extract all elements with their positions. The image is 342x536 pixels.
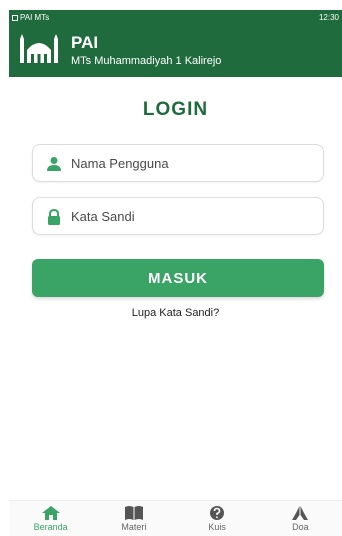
question-icon [210,506,225,520]
nav-label-materi: Materi [121,522,147,532]
status-time: 12:30 [318,13,339,22]
status-app-text: PAI MTs [20,13,50,22]
praying-hands-icon [292,506,309,520]
home-icon [41,506,60,520]
status-bar: PAI MTs 12:30 [9,10,342,26]
username-field[interactable] [32,144,324,182]
password-input[interactable] [71,198,311,234]
book-icon [124,506,143,520]
nav-label-kuis: Kuis [208,522,226,532]
app-screen: PAI MTs 12:30 PAI MTs Muhammadiyah 1 Kal… [9,10,342,536]
mosque-icon [20,34,58,63]
forgot-password-link[interactable]: Lupa Kata Sandi? [9,307,342,319]
user-icon [47,157,61,171]
password-field[interactable] [32,197,324,235]
login-title: LOGIN [142,99,209,120]
lock-icon [48,209,60,225]
nav-label-beranda: Beranda [33,522,68,532]
nav-item-beranda[interactable]: Beranda [9,501,92,536]
status-app-label: PAI MTs [12,10,49,26]
nav-item-kuis[interactable]: Kuis [176,501,259,536]
app-title: PAI [71,33,99,52]
bottom-nav: Beranda Materi Kuis Doa [9,500,342,536]
nav-label-doa: Doa [292,522,309,532]
app-subtitle: MTs Muhammadiyah 1 Kalirejo [71,55,222,67]
nav-item-doa[interactable]: Doa [259,501,342,536]
username-input[interactable] [71,145,311,181]
nav-item-materi[interactable]: Materi [92,501,175,536]
app-header: PAI MTs 12:30 PAI MTs Muhammadiyah 1 Kal… [9,10,342,77]
notification-icon [12,15,18,21]
login-button[interactable]: MASUK [32,259,324,297]
